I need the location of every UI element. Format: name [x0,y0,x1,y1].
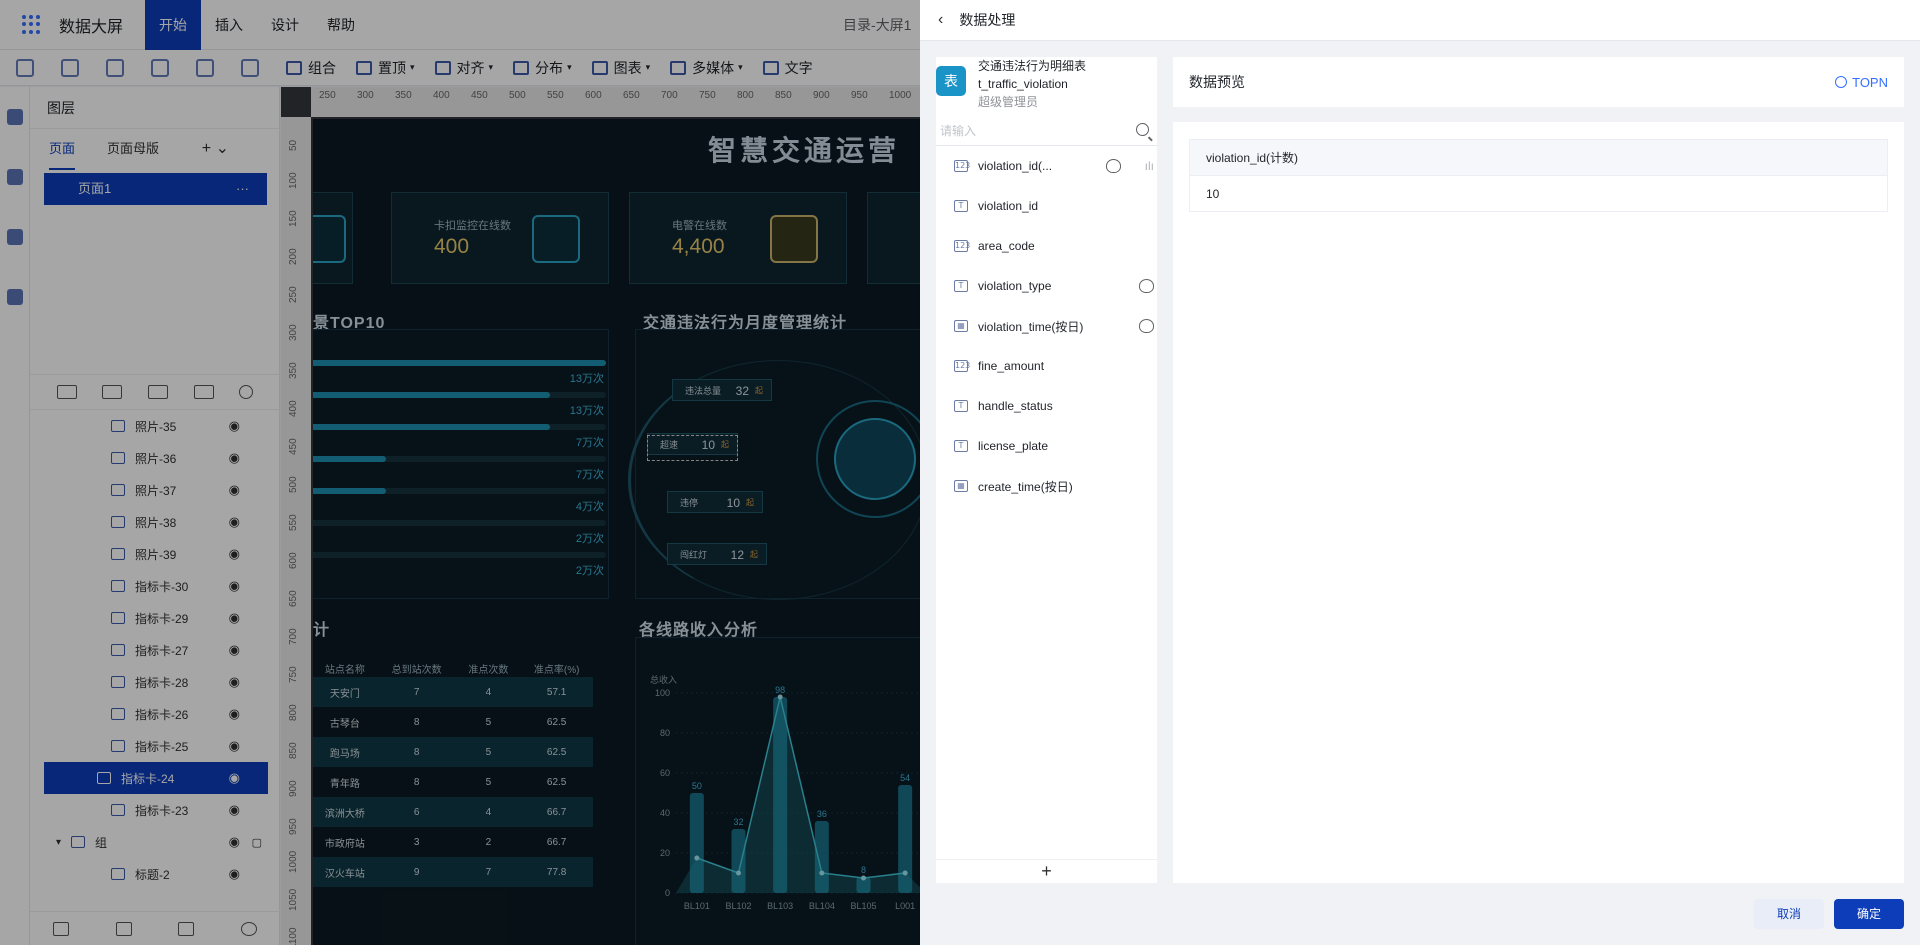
preview-header-row: violation_id(计数) [1189,139,1888,176]
field-item[interactable]: Tviolation_type [936,266,1157,306]
field-name: area_code [978,239,1035,253]
text-type-icon: T [954,400,968,412]
preview-header-cell: violation_id(计数) [1189,139,1888,176]
topn-button[interactable]: TOPN [1835,75,1888,90]
topn-icon [1835,76,1848,88]
field-item[interactable]: 123 fine_amount [936,346,1157,386]
preview-table: violation_id(计数) 10 [1189,139,1888,212]
dataset-info: 表 交通违法行为明细表 t_traffic_violation 超级管理员 [936,57,1157,110]
field-item[interactable]: ▦ create_time(按日) [936,466,1157,506]
back-icon[interactable]: ‹ [938,11,943,29]
preview-row: 10 [1189,175,1888,212]
bar-chart-icon[interactable]: ılı [1145,159,1154,173]
number-type-icon: 123 [954,240,971,252]
cancel-button[interactable]: 取消 [1754,899,1824,929]
app-root: 数据大屏 开始 插入 设计 帮助 目录-大屏1 组合 置顶 ▾ 对齐 ▾ 分布 ▾ 图表 ▾ 多媒体 ▾ 文… [0,0,1920,945]
topn-label: TOPN [1852,74,1888,90]
preview-cell: 10 [1189,175,1888,212]
drawer-title: 数据处理 [959,12,1016,28]
dataset-role: 超级管理员 [978,95,1039,109]
preview-body: violation_id(计数) 10 [1173,122,1904,883]
field-name: violation_id [978,199,1039,213]
preview-title: 数据预览 [1189,74,1245,90]
search-icon[interactable] [1136,123,1149,136]
field-name: license_plate [978,439,1049,453]
field-item[interactable]: Tviolation_id [936,186,1157,226]
field-item[interactable]: 123 violation_id(... ılı [936,146,1157,186]
field-name: violation_id(... [978,159,1053,173]
add-field-button[interactable]: + [936,859,1157,883]
field-item[interactable]: 123 area_code [936,226,1157,266]
aggregate-icon[interactable] [1106,159,1121,173]
field-item[interactable]: Tlicense_plate [936,426,1157,466]
text-type-icon: T [954,280,968,292]
field-search [936,116,1157,146]
number-type-icon: 123 [954,160,971,172]
date-type-icon: ▦ [954,320,968,332]
dataset-table: t_traffic_violation [978,77,1068,91]
dataset-name: 交通违法行为明细表 [978,59,1087,73]
field-name: create_time(按日) [978,479,1073,494]
text-type-icon: T [954,200,968,212]
field-list: 123 violation_id(... ılı Tviolation_id 123 ar… [936,146,1157,506]
data-processing-drawer: ‹ 数据处理 表 交通违法行为明细表 t_traffic_violation 超… [920,0,1920,945]
confirm-button[interactable]: 确定 [1834,899,1904,929]
preview-header: 数据预览 TOPN [1173,57,1904,107]
field-name: violation_time(按日) [978,319,1084,334]
text-type-icon: T [954,440,968,452]
drawer-header: ‹ 数据处理 [920,0,1920,41]
modal-overlay[interactable] [0,0,920,945]
field-panel: 表 交通违法行为明细表 t_traffic_violation 超级管理员 12… [936,57,1157,883]
date-type-icon: ▦ [954,480,968,492]
field-name: violation_type [978,279,1052,293]
aggregate-icon[interactable] [1139,279,1154,293]
search-input[interactable] [940,123,1120,138]
field-name: handle_status [978,399,1053,413]
table-icon: 表 [936,66,966,96]
field-name: fine_amount [978,359,1045,373]
aggregate-icon[interactable] [1139,319,1154,333]
number-type-icon: 123 [954,360,971,372]
field-item[interactable]: Thandle_status [936,386,1157,426]
field-item[interactable]: ▦ violation_time(按日) [936,306,1157,346]
